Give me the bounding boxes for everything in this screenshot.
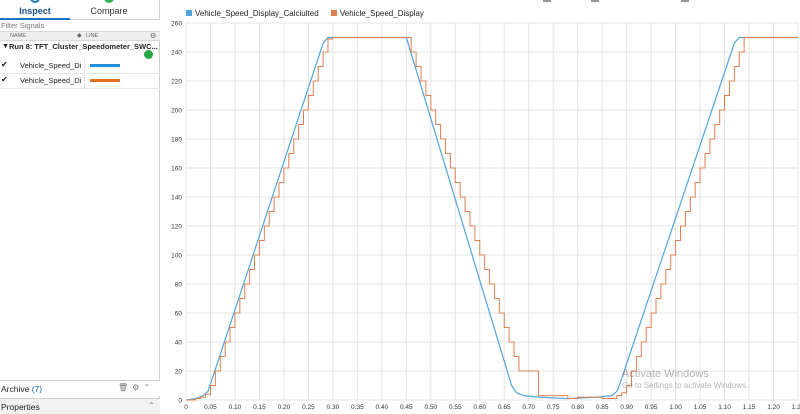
x-tick-label: 1.10 [718, 404, 731, 411]
column-name-header[interactable]: NAME [10, 33, 26, 39]
signal-label: Vehicle_Speed_Di... [20, 76, 82, 85]
x-tick-label: 0.30 [327, 404, 340, 411]
archive-count: (7) [31, 384, 43, 394]
x-tick-label: 0.10 [229, 404, 242, 411]
sort-icon[interactable]: ◆ [77, 32, 82, 39]
tab-inspect-label: Inspect [19, 6, 51, 16]
x-tick-label: 1.00 [669, 404, 682, 411]
tab-compare[interactable]: Compare [76, 0, 142, 20]
y-tick-label: 100 [171, 253, 182, 260]
x-tick-label: 0.95 [645, 404, 658, 411]
properties-section[interactable]: Properties ⌃ [0, 398, 160, 414]
x-tick-label: 0.15 [253, 404, 266, 411]
x-tick-label: 0.20 [278, 404, 291, 411]
x-tick-label: 0.45 [400, 404, 413, 411]
x-tick-label: 0.05 [204, 404, 217, 411]
line-swatch-icon[interactable] [90, 64, 120, 67]
y-tick-label: 260 [171, 21, 182, 28]
tab-compare-label: Compare [90, 6, 128, 16]
run-title: Run 8: TFT_Cluster_Speedometer_SWC... [9, 42, 158, 51]
y-tick-label: 20 [175, 369, 183, 376]
chevron-up-icon[interactable]: ⌃ [143, 383, 154, 392]
plot-area[interactable]: Vehicle_Speed_Display_Calciulted Vehicle… [161, 0, 800, 414]
watermark-title: Activate Windows [622, 368, 709, 380]
gear-icon[interactable]: ⚙ [132, 383, 143, 392]
y-tick-label: 220 [171, 79, 182, 86]
sdi-app: Inspect Compare NAME ◆ LINE ⚙ ▼ Run 8: T… [0, 0, 800, 414]
y-tick-label: 140 [171, 195, 182, 202]
x-tick-label: 0.70 [522, 404, 535, 411]
x-tick-label: 0.35 [351, 404, 364, 411]
magnifier-icon [30, 0, 40, 3]
signal-panel: Inspect Compare NAME ◆ LINE ⚙ ▼ Run 8: T… [0, 0, 160, 414]
column-divider [84, 58, 85, 74]
y-tick-label: 180 [171, 137, 182, 144]
x-tick-label: 0.80 [571, 404, 584, 411]
archive-label: Archive [1, 384, 30, 394]
y-tick-label: 160 [171, 166, 182, 173]
y-tick-label: 200 [171, 108, 182, 115]
y-tick-label: 240 [171, 50, 182, 57]
activate-windows-watermark: Activate Windows Go to Settings to activ… [622, 368, 748, 390]
tab-bar: Inspect Compare [0, 0, 160, 20]
x-tick-label: 1.15 [743, 404, 756, 411]
x-tick-label: 1.25 [792, 404, 800, 411]
compare-icon [104, 0, 114, 3]
line-swatch-icon[interactable] [90, 79, 120, 82]
x-tick-label: 0.65 [498, 404, 511, 411]
plot-frame [185, 22, 799, 401]
column-line-header[interactable]: LINE [86, 33, 98, 39]
trash-icon[interactable]: 🗑 [118, 383, 132, 392]
x-tick-label: 0 [184, 404, 188, 411]
x-tick-label: 0.55 [449, 404, 462, 411]
properties-label: Properties [1, 402, 40, 412]
x-tick-label: 1.05 [694, 404, 707, 411]
x-tick-label: 0.75 [547, 404, 560, 411]
x-tick-label: 0.25 [302, 404, 315, 411]
chevron-up-icon[interactable]: ⌃ [148, 401, 155, 410]
tab-inspect[interactable]: Inspect [0, 0, 70, 20]
signal-label: Vehicle_Speed_Di... [20, 61, 82, 70]
watermark-subtitle: Go to Settings to activate Windows. [622, 381, 749, 390]
column-divider [84, 73, 85, 89]
x-tick-label: 0.90 [620, 404, 633, 411]
y-tick-label: 40 [175, 340, 183, 347]
signal-checkbox[interactable]: ✔ [1, 61, 9, 69]
x-tick-label: 1.20 [767, 404, 780, 411]
y-tick-label: 120 [171, 224, 182, 231]
y-tick-label: 60 [175, 311, 183, 318]
x-tick-label: 0.85 [596, 404, 609, 411]
speed-chart[interactable]: 0 0.05 0.10 0.15 0.20 0.25 0.30 0.35 0.40 0.45 0.5… [161, 0, 800, 414]
x-tick-label: 0.50 [424, 404, 437, 411]
gear-icon[interactable]: ⚙ [150, 32, 156, 40]
signal-row[interactable]: ✔ Vehicle_Speed_Di... [0, 73, 160, 89]
y-tick-label: 0 [178, 398, 182, 405]
x-tick-label: 0.60 [473, 404, 486, 411]
filter-signals-input[interactable] [0, 20, 160, 31]
caret-down-icon[interactable]: ▼ [2, 43, 9, 50]
x-tick-label: 0.40 [376, 404, 389, 411]
signal-row[interactable]: ✔ Vehicle_Speed_Di... [0, 58, 160, 74]
archive-section[interactable]: Archive (7) 🗑⚙⌃ [0, 380, 160, 396]
signal-checkbox[interactable]: ✔ [1, 76, 9, 84]
y-tick-label: 80 [175, 282, 183, 289]
column-header: NAME ◆ LINE ⚙ [0, 31, 160, 41]
